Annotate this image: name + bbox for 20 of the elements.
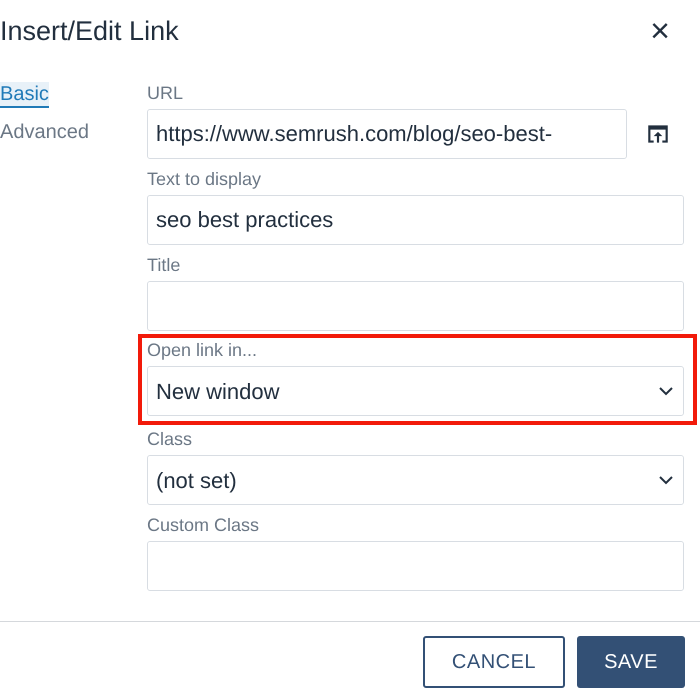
field-label: Custom Class <box>147 514 260 536</box>
cancel-button[interactable]: CANCEL <box>423 636 565 688</box>
tab[interactable]: Advanced <box>0 120 89 146</box>
field-label: Class <box>147 428 194 450</box>
field-label: URL <box>147 82 184 104</box>
text-field[interactable] <box>147 541 684 591</box>
field-label: Title <box>147 254 182 276</box>
field-label: Open link in... <box>147 339 258 361</box>
dropdown[interactable]: (not set) <box>147 455 684 505</box>
text-field[interactable]: https://www.semrush.com/blog/seo-best- <box>147 109 627 159</box>
close-button[interactable]: × <box>650 14 670 48</box>
field-label: Text to display <box>147 168 262 190</box>
chevron-down-icon <box>659 386 673 396</box>
text-field[interactable]: seo best practices <box>147 195 684 245</box>
dropdown[interactable]: New window <box>147 366 684 416</box>
tab[interactable]: Basic <box>0 82 49 108</box>
text-field[interactable] <box>147 281 684 331</box>
save-button[interactable]: SAVE <box>577 636 685 688</box>
chevron-down-icon <box>659 476 673 484</box>
dialog-title: Insert/Edit Link <box>0 14 179 48</box>
